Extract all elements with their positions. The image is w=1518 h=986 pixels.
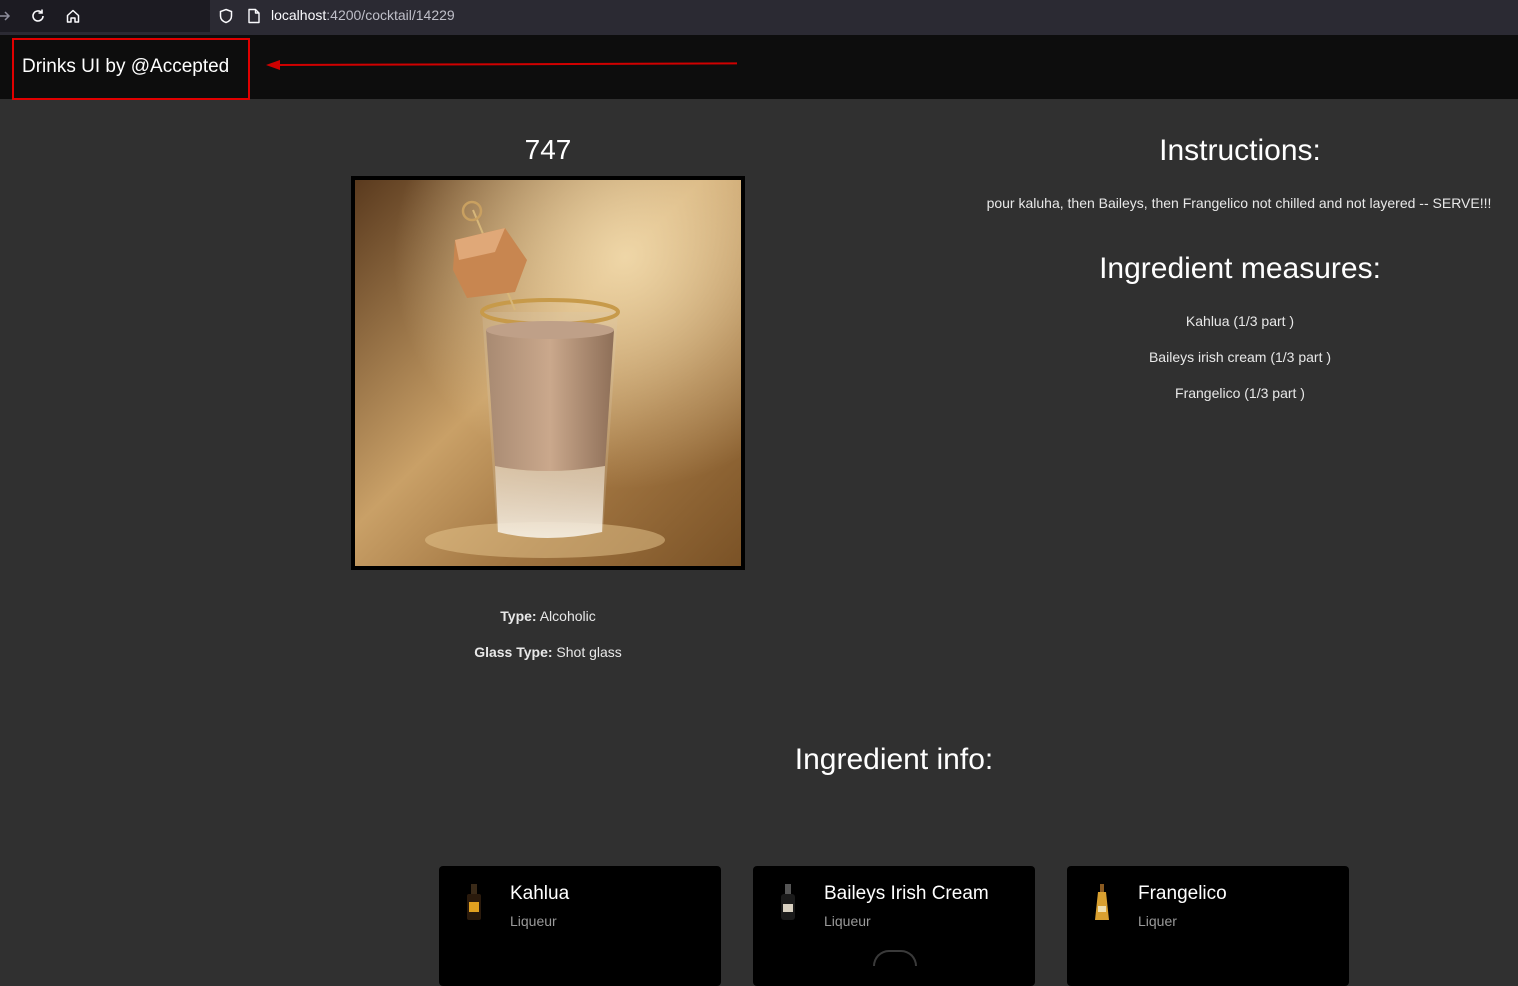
shield-icon[interactable] — [216, 6, 236, 26]
kahlua-bottle-icon — [461, 882, 487, 922]
measure-item: Baileys irish cream (1/3 part ) — [1148, 349, 1332, 365]
card-title: Kahlua — [510, 883, 570, 904]
browser-toolbar: localhost:4200/cocktail/14229 — [0, 0, 1518, 35]
baileys-bottle-icon — [775, 882, 801, 922]
type-value: Alcoholic — [539, 608, 596, 624]
home-icon[interactable] — [62, 5, 84, 27]
card-subtitle: Liquer — [1138, 913, 1177, 929]
ingredient-card-frangelico[interactable]: Frangelico Liquer — [1067, 866, 1349, 986]
forward-icon[interactable] — [0, 5, 16, 27]
instructions-title: Instructions: — [1159, 134, 1321, 167]
page-icon[interactable] — [244, 6, 264, 26]
instructions-text: pour kaluha, then Baileys, then Frangeli… — [986, 195, 1492, 211]
ingredient-info-title: Ingredient info: — [794, 743, 994, 776]
card-title: Frangelico — [1138, 883, 1227, 904]
glass-type-line: Glass Type: Shot glass — [348, 644, 748, 660]
shot-glass-image — [355, 180, 741, 566]
measure-item: Kahlua (1/3 part ) — [1185, 313, 1295, 329]
card-image-peek — [873, 950, 917, 966]
url-path: :4200/cocktail/14229 — [326, 7, 455, 23]
drink-type-line: Type: Alcoholic — [348, 608, 748, 624]
glass-value: Shot glass — [556, 644, 622, 660]
card-subtitle: Liqueur — [824, 913, 871, 929]
highlight-box — [12, 38, 250, 100]
card-title: Baileys Irish Cream — [824, 883, 989, 904]
card-subtitle: Liqueur — [510, 913, 557, 929]
frangelico-bottle-icon — [1089, 882, 1115, 922]
annotation-arrow-head — [266, 60, 280, 70]
measure-item: Frangelico (1/3 part ) — [1175, 385, 1305, 401]
drink-photo — [351, 176, 745, 570]
url-text[interactable]: localhost:4200/cocktail/14229 — [271, 7, 455, 23]
url-host: localhost — [271, 7, 327, 23]
measures-title: Ingredient measures: — [1099, 252, 1381, 285]
glass-label: Glass Type: — [474, 644, 553, 660]
ingredient-card-kahlua[interactable]: Kahlua Liqueur — [439, 866, 721, 986]
ingredient-card-baileys[interactable]: Baileys Irish Cream Liqueur — [753, 866, 1035, 986]
reload-icon[interactable] — [27, 5, 49, 27]
url-bar[interactable]: localhost:4200/cocktail/14229 — [210, 0, 1518, 32]
drink-name: 747 — [524, 134, 572, 165]
type-label: Type: — [500, 608, 537, 624]
